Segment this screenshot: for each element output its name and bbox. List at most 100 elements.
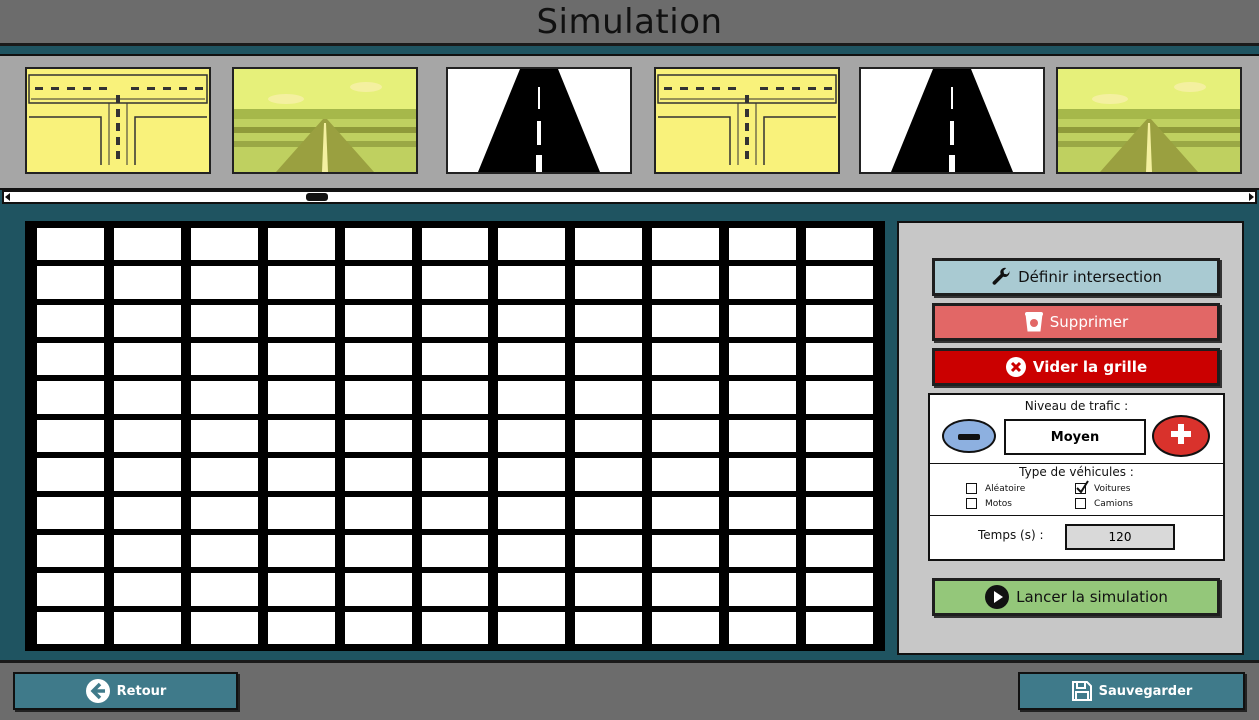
grid-cell[interactable] [37,573,104,606]
grid-cell[interactable] [729,534,797,568]
grid-cell[interactable] [806,228,873,261]
grid-cell[interactable] [806,458,873,491]
grid-cell[interactable] [267,266,335,299]
clear-grid-button[interactable]: Vider la grille [932,348,1220,386]
checkbox-trucks[interactable]: Camions [1075,498,1133,509]
grid-cell[interactable] [267,611,335,644]
grid-cell[interactable] [575,266,643,299]
tile-landscape[interactable] [232,67,418,174]
grid-cell[interactable] [575,228,643,261]
grid-cell[interactable] [190,534,258,568]
grid-cell[interactable] [37,381,104,414]
grid-cell[interactable] [575,611,643,644]
grid-cell[interactable] [37,611,104,644]
tile-road[interactable] [446,67,632,174]
define-intersection-button[interactable]: Définir intersection [932,258,1220,296]
grid-cell[interactable] [190,419,258,453]
grid-cell[interactable] [498,304,566,338]
grid-cell[interactable] [267,534,335,568]
grid-cell[interactable] [575,458,643,491]
grid-cell[interactable] [652,343,720,376]
grid-cell[interactable] [806,304,873,338]
grid-cell[interactable] [344,496,412,529]
grid-cell[interactable] [267,228,335,261]
grid-cell[interactable] [575,496,643,529]
grid-cell[interactable] [806,381,873,414]
grid-cell[interactable] [344,228,412,261]
grid-cell[interactable] [344,573,412,606]
grid-cell[interactable] [113,534,181,568]
run-simulation-button[interactable]: Lancer la simulation [932,578,1220,616]
grid-cell[interactable] [344,381,412,414]
grid-cell[interactable] [344,458,412,491]
grid-cell[interactable] [113,419,181,453]
grid-cell[interactable] [344,611,412,644]
grid-cell[interactable] [267,573,335,606]
checkbox-box-checked[interactable] [1075,480,1089,494]
grid-cell[interactable] [498,381,566,414]
scroll-left-arrow-icon[interactable] [5,193,10,201]
grid-cell[interactable] [806,573,873,606]
grid-cell[interactable] [190,381,258,414]
grid-cell[interactable] [729,419,797,453]
grid-cell[interactable] [652,381,720,414]
grid-cell[interactable] [190,304,258,338]
grid-cell[interactable] [267,343,335,376]
grid-cell[interactable] [729,343,797,376]
grid-cell[interactable] [498,419,566,453]
grid-cell[interactable] [729,573,797,606]
grid-cell[interactable] [37,343,104,376]
grid-cell[interactable] [806,266,873,299]
grid-cell[interactable] [421,458,489,491]
grid-cell[interactable] [575,304,643,338]
grid-cell[interactable] [652,496,720,529]
grid-cell[interactable] [421,343,489,376]
grid-cell[interactable] [806,496,873,529]
grid-cell[interactable] [267,458,335,491]
grid-cell[interactable] [729,228,797,261]
grid-cell[interactable] [421,419,489,453]
grid-cell[interactable] [37,266,104,299]
checkbox-motorbikes[interactable]: Motos [966,498,1012,509]
grid-cell[interactable] [113,496,181,529]
decrease-traffic-button[interactable] [942,419,996,453]
tile-landscape[interactable] [1056,67,1242,174]
increase-traffic-button[interactable] [1152,415,1210,457]
grid-cell[interactable] [421,266,489,299]
carousel-scrollbar[interactable] [2,190,1257,204]
grid-cell[interactable] [729,304,797,338]
grid-cell[interactable] [267,381,335,414]
grid-cell[interactable] [575,573,643,606]
grid-cell[interactable] [113,343,181,376]
delete-button[interactable]: Supprimer [932,303,1220,341]
grid-cell[interactable] [652,611,720,644]
grid-cell[interactable] [113,266,181,299]
grid-cell[interactable] [344,419,412,453]
grid-cell[interactable] [498,343,566,376]
grid-cell[interactable] [37,458,104,491]
grid-cell[interactable] [575,343,643,376]
grid-cell[interactable] [498,458,566,491]
checkbox-box[interactable] [1075,498,1086,509]
time-input[interactable]: 120 [1065,524,1175,550]
save-button[interactable]: Sauvegarder [1018,672,1245,710]
back-button[interactable]: Retour [13,672,238,710]
grid-cell[interactable] [37,534,104,568]
grid-cell[interactable] [190,573,258,606]
grid-cell[interactable] [344,304,412,338]
grid-cell[interactable] [421,228,489,261]
grid-cell[interactable] [421,381,489,414]
grid-cell[interactable] [113,611,181,644]
grid-cell[interactable] [344,534,412,568]
grid-cell[interactable] [37,419,104,453]
grid-cell[interactable] [498,611,566,644]
grid-cell[interactable] [498,534,566,568]
grid-cell[interactable] [729,266,797,299]
grid-cell[interactable] [113,458,181,491]
grid-cell[interactable] [190,228,258,261]
grid-cell[interactable] [421,611,489,644]
grid-cell[interactable] [344,266,412,299]
tile-intersection[interactable] [654,67,840,174]
grid-cell[interactable] [729,458,797,491]
grid-cell[interactable] [421,304,489,338]
